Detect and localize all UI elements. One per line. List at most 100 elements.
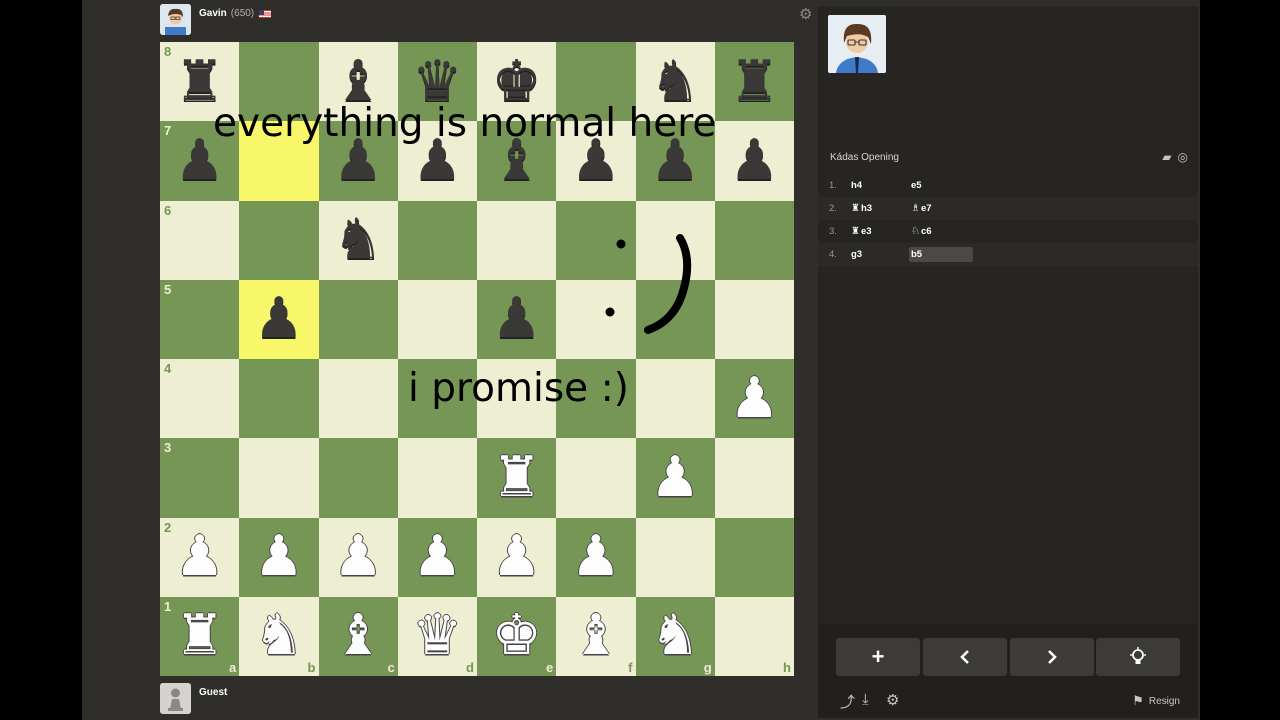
black-move[interactable]: ♗e7 [909,201,973,216]
move-piece-icon: ♜ [851,226,860,237]
white-move[interactable]: ♜e3 [851,226,909,237]
square-h5[interactable] [714,279,794,359]
file-label: a [229,660,237,675]
square-b5[interactable]: ♟ [239,279,319,359]
white-bishop-piece[interactable]: ♝ [333,608,383,664]
black-move-san: e5 [911,180,922,191]
settings-gear-icon[interactable]: ⚙ [886,691,899,709]
white-queen-piece[interactable]: ♛ [412,608,462,664]
square-d2[interactable]: ♟ [397,517,477,597]
square-h7[interactable]: ♟ [714,121,794,201]
white-king-piece[interactable]: ♚ [492,608,542,664]
white-knight-piece[interactable]: ♞ [254,608,304,664]
white-move-san: g3 [851,249,863,260]
square-d5[interactable] [397,279,477,359]
square-c1[interactable]: c ♝ [318,596,398,676]
square-d3[interactable] [397,438,477,518]
move-list: 1. h4 e5 2. ♜h3 ♗e7 3. ♜e3 ♘c6 4. g3 b5 [818,174,1198,266]
white-pawn-piece[interactable]: ♟ [571,529,621,585]
black-move[interactable]: b5 [909,247,973,262]
opening-name[interactable]: Kádas Opening [830,152,899,163]
square-h2[interactable] [714,517,794,597]
black-pawn-piece[interactable]: ♟ [254,291,304,347]
white-pawn-piece[interactable]: ♟ [175,529,225,585]
resign-button[interactable]: ⚑ Resign [1132,693,1180,709]
opponent-avatar-large[interactable] [828,15,886,73]
white-pawn-piece[interactable]: ♟ [729,370,779,427]
white-move[interactable]: ♜h3 [851,203,909,214]
download-icon[interactable]: ⤓ [862,691,869,708]
square-a5[interactable]: 5 [160,279,240,359]
square-g1[interactable]: g ♞ [635,596,715,676]
white-move[interactable]: h4 [851,180,909,191]
square-b4[interactable] [239,359,319,439]
square-f3[interactable] [556,438,636,518]
square-c5[interactable] [318,279,398,359]
square-c4[interactable] [318,359,398,439]
top-player-avatar[interactable] [160,4,191,35]
board-settings-gear-icon[interactable]: ⚙ [799,5,812,23]
white-pawn-piece[interactable]: ♟ [333,529,383,585]
square-b6[interactable] [239,200,319,280]
white-knight-piece[interactable]: ♞ [650,608,700,664]
square-b1[interactable]: b ♞ [239,596,319,676]
new-game-button[interactable]: + [836,638,920,676]
white-rook-piece[interactable]: ♜ [492,449,542,506]
square-e5[interactable]: ♟ [477,279,557,359]
white-pawn-piece[interactable]: ♟ [254,529,304,585]
square-f1[interactable]: f ♝ [556,596,636,676]
guest-avatar[interactable] [160,683,191,714]
square-d6[interactable] [397,200,477,280]
square-b2[interactable]: ♟ [239,517,319,597]
square-e6[interactable] [477,200,557,280]
square-c3[interactable] [318,438,398,518]
square-c6[interactable]: ♞ [318,200,398,280]
square-h8[interactable]: ♜ [714,42,794,122]
white-pawn-piece[interactable]: ♟ [650,449,700,506]
square-g4[interactable] [635,359,715,439]
rank-label: 1 [164,598,172,614]
black-move[interactable]: ♘c6 [909,224,973,239]
white-pawn-piece[interactable]: ♟ [492,529,542,585]
black-pawn-piece[interactable]: ♟ [729,132,779,189]
white-pawn-piece[interactable]: ♟ [412,529,462,585]
square-f2[interactable]: ♟ [556,517,636,597]
previous-move-button[interactable] [923,638,1007,676]
square-h3[interactable] [714,438,794,518]
square-d1[interactable]: d ♛ [397,596,477,676]
next-move-button[interactable] [1010,638,1094,676]
white-rook-piece[interactable]: ♜ [175,608,225,664]
white-move-san: h4 [851,180,863,191]
square-g3[interactable]: ♟ [635,438,715,518]
top-player-name[interactable]: Gavin [199,8,227,19]
hint-button[interactable] [1096,638,1180,676]
white-bishop-piece[interactable]: ♝ [571,608,621,664]
square-a1[interactable]: 1 a ♜ [160,596,240,676]
file-label: b [307,660,316,675]
black-move[interactable]: e5 [909,178,973,193]
square-h1[interactable]: h [714,596,794,676]
square-a6[interactable]: 6 [160,200,240,280]
white-move-san: h3 [860,203,873,214]
square-g2[interactable] [635,517,715,597]
square-e1[interactable]: e ♚ [477,596,557,676]
compass-icon[interactable]: ◎ [1178,150,1188,164]
file-label: c [387,660,395,675]
square-h6[interactable] [714,200,794,280]
square-c2[interactable]: ♟ [318,517,398,597]
square-a3[interactable]: 3 [160,438,240,518]
square-e2[interactable]: ♟ [477,517,557,597]
black-rook-piece[interactable]: ♜ [729,53,779,110]
square-a4[interactable]: 4 [160,359,240,439]
square-e3[interactable]: ♜ [477,438,557,518]
rank-label: 6 [164,202,172,218]
square-h4[interactable]: ♟ [714,359,794,439]
book-icon[interactable]: ▰ [1162,150,1171,164]
white-move[interactable]: g3 [851,249,909,260]
share-icon[interactable]: ⤴ [840,691,855,712]
black-knight-piece[interactable]: ♞ [333,212,383,268]
square-b3[interactable] [239,438,319,518]
black-pawn-piece[interactable]: ♟ [492,291,542,347]
bottom-player-name[interactable]: Guest [199,687,227,698]
square-a2[interactable]: 2 ♟ [160,517,240,597]
